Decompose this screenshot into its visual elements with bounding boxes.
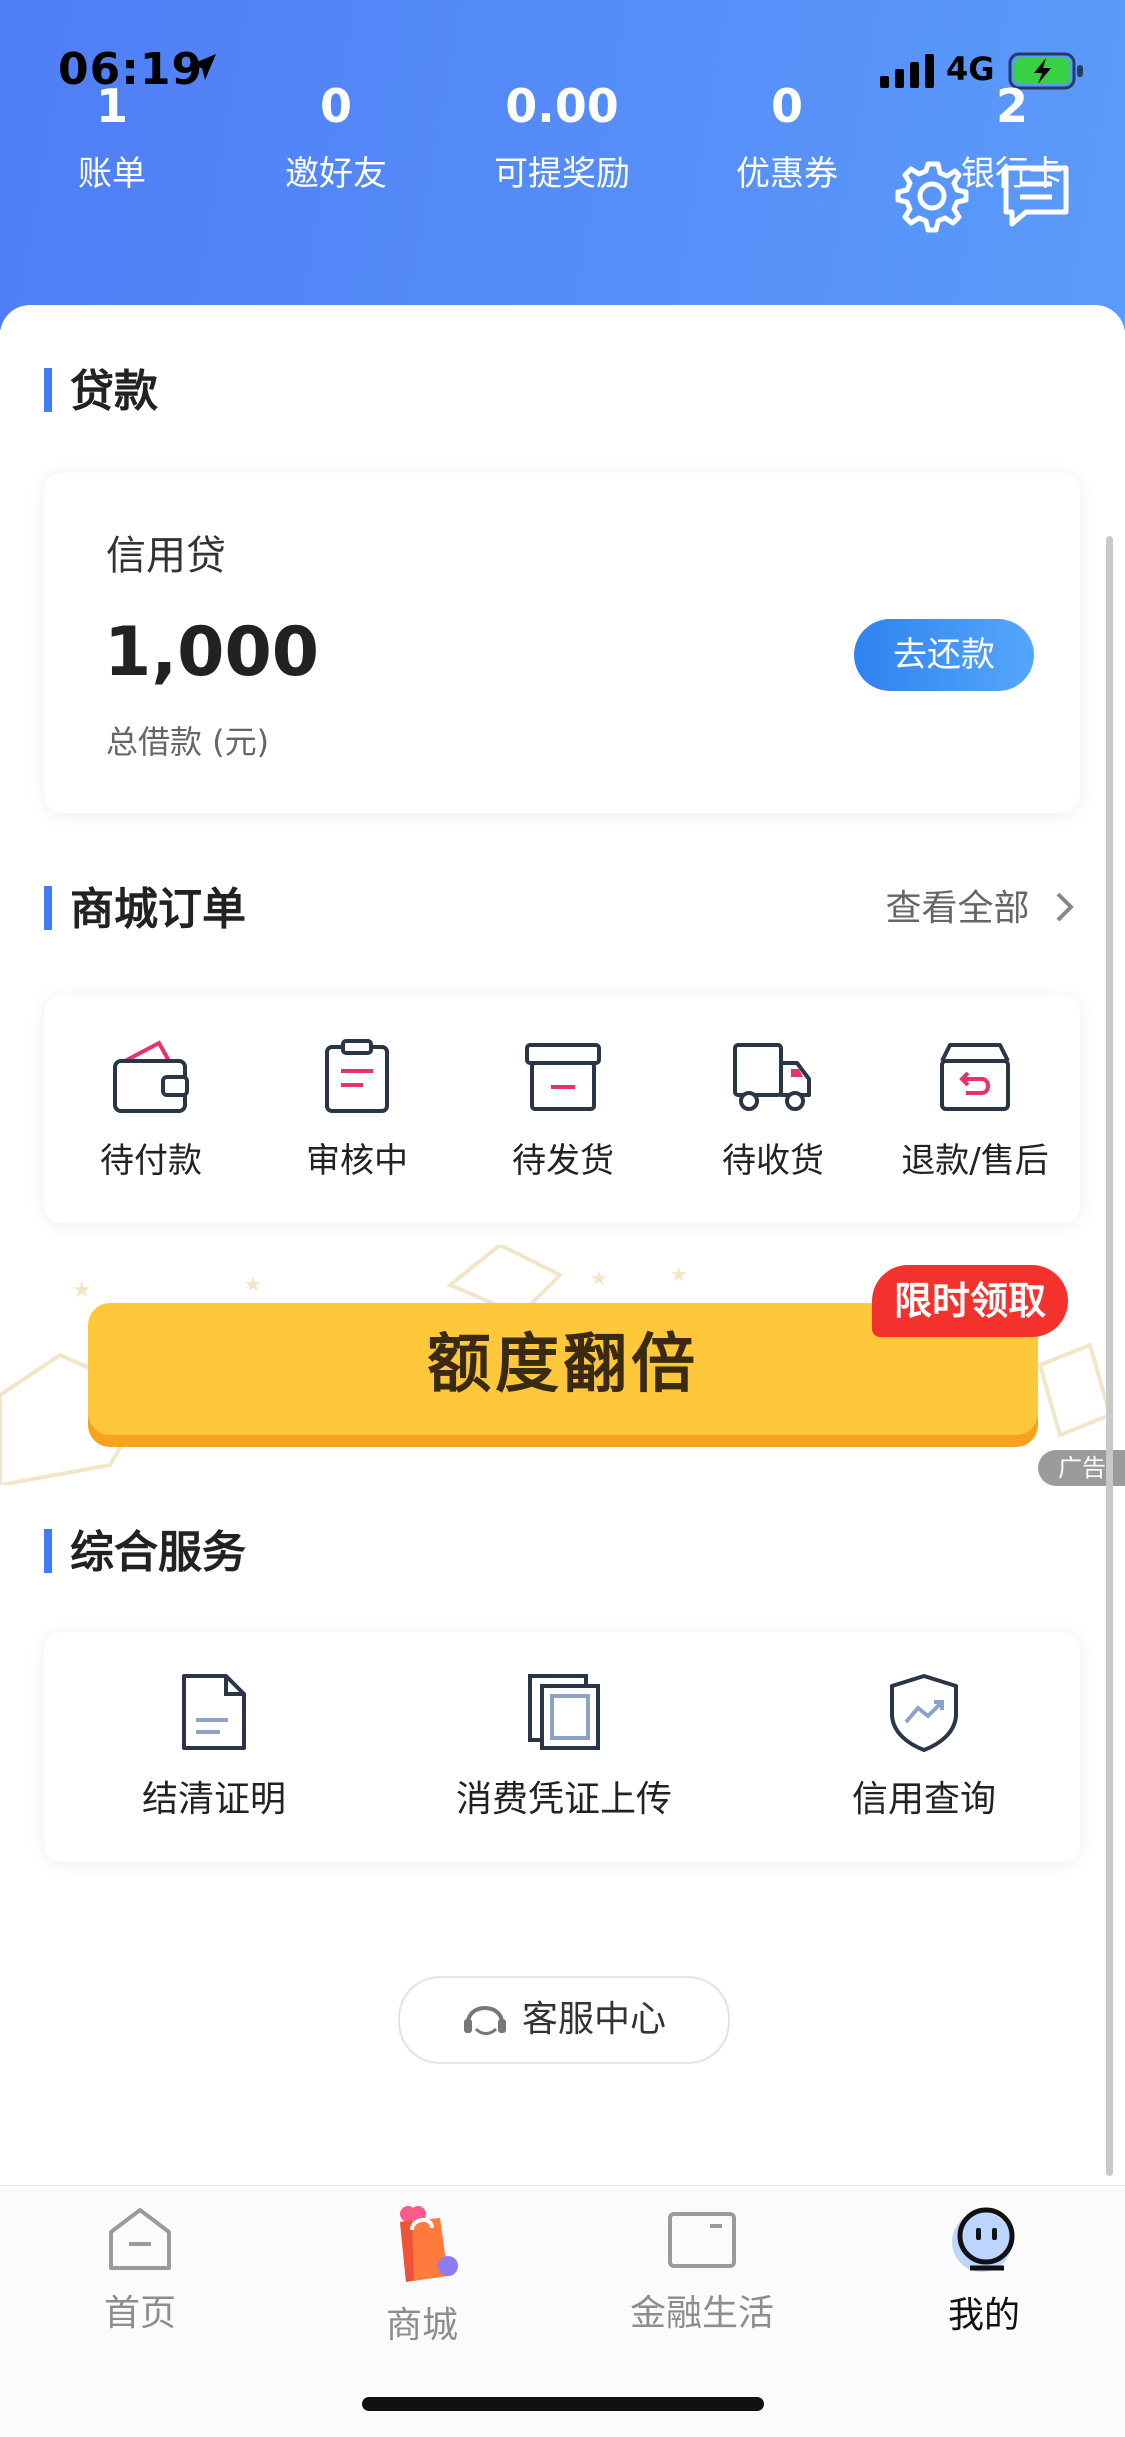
section-accent-bar <box>44 1529 52 1573</box>
loan-amount: 1,000 <box>104 613 320 692</box>
loan-section-title: 贷款 <box>44 355 158 419</box>
profile-icon <box>952 2207 1015 2272</box>
order-label: 审核中 <box>306 1141 408 1181</box>
stat-label: 邀好友 <box>285 154 387 194</box>
gear-icon[interactable] <box>894 158 970 238</box>
return-box-icon <box>940 1043 1010 1111</box>
loan-card[interactable]: 信用贷 1,000 总借款 (元) 去还款 <box>44 473 1080 813</box>
clipboard-icon <box>325 1039 389 1113</box>
services-section-title: 综合服务 <box>44 1516 246 1580</box>
promo-banner[interactable]: ★ ★ ★ ★ 额度翻倍 限时领取 广告 <box>0 1245 1125 1486</box>
tab-label: 商城 <box>385 2305 458 2346</box>
svg-text:★: ★ <box>244 1272 262 1296</box>
section-accent-bar <box>44 368 52 412</box>
orders-card: 待付款 审核中 待发货 待收货 退款/售后 <box>44 995 1080 1223</box>
stat-coupons[interactable]: 0 优惠券 <box>687 78 887 202</box>
scrollbar[interactable] <box>1106 536 1113 2176</box>
chevron-right-icon <box>1056 892 1074 922</box>
loan-amount-label: 总借款 (元) <box>106 723 270 761</box>
service-settlement-certificate[interactable]: 结清证明 <box>104 1672 324 1822</box>
service-label: 消费凭证上传 <box>455 1779 672 1820</box>
service-credit-inquiry[interactable]: 信用查询 <box>824 1672 1024 1822</box>
view-all-orders-link[interactable]: 查看全部 <box>886 879 1077 931</box>
order-under-review[interactable]: 审核中 <box>252 1039 462 1182</box>
wallet-icon <box>113 1040 189 1113</box>
order-to-ship[interactable]: 待发货 <box>458 1039 668 1182</box>
tab-label: 我的 <box>947 2295 1020 2336</box>
service-label: 信用查询 <box>851 1779 996 1820</box>
customer-service-label: 客服中心 <box>521 1999 666 2040</box>
service-voucher-upload[interactable]: 消费凭证上传 <box>434 1672 694 1822</box>
stat-value: 1 <box>95 79 128 133</box>
order-pending-payment[interactable]: 待付款 <box>46 1039 256 1182</box>
order-label: 待付款 <box>100 1141 202 1181</box>
stat-label: 可提奖励 <box>494 154 630 194</box>
tab-label: 金融生活 <box>629 2293 774 2334</box>
tab-home[interactable]: 首页 <box>40 2204 240 2336</box>
headset-icon <box>463 2006 506 2035</box>
stat-invite[interactable]: 0 邀好友 <box>236 78 436 202</box>
copy-icon <box>528 1674 600 1750</box>
section-accent-bar <box>44 886 52 930</box>
document-icon <box>182 1674 246 1750</box>
message-icon[interactable] <box>1000 164 1072 234</box>
shield-icon <box>890 1674 958 1752</box>
view-all-label: 查看全部 <box>885 888 1030 929</box>
box-icon <box>525 1043 601 1111</box>
orders-section-label: 商城订单 <box>70 884 246 935</box>
loan-section-label: 贷款 <box>70 366 158 417</box>
customer-service-button[interactable]: 客服中心 <box>398 1976 730 2064</box>
order-refund-after-sale[interactable]: 退款/售后 <box>870 1039 1080 1182</box>
tab-label: 首页 <box>103 2293 176 2334</box>
order-to-receive[interactable]: 待收货 <box>668 1039 878 1182</box>
loan-product-name: 信用贷 <box>106 533 226 579</box>
repay-button[interactable]: 去还款 <box>854 619 1034 691</box>
order-label: 待发货 <box>512 1141 614 1181</box>
stat-value: 0.00 <box>505 79 619 133</box>
order-label: 待收货 <box>722 1141 824 1181</box>
shopping-bag-icon <box>400 2206 458 2282</box>
order-label: 退款/售后 <box>901 1141 1049 1181</box>
truck-icon <box>733 1043 811 1111</box>
services-section-label: 综合服务 <box>70 1527 246 1578</box>
svg-text:★: ★ <box>72 1278 92 1303</box>
stat-bill[interactable]: 1 账单 <box>12 78 212 202</box>
header: 06:19 4G 1 账单 0 邀好友 0.00 可提奖励 0 优惠券 2 银行… <box>0 0 1125 330</box>
stat-rewards[interactable]: 0.00 可提奖励 <box>462 78 662 202</box>
card-icon <box>668 2212 736 2268</box>
svg-text:★: ★ <box>590 1266 608 1290</box>
home-icon <box>109 2208 171 2270</box>
home-indicator[interactable] <box>362 2397 764 2411</box>
stat-label: 账单 <box>78 154 146 194</box>
service-label: 结清证明 <box>141 1779 286 1820</box>
stat-value: 2 <box>995 79 1028 133</box>
tab-mine[interactable]: 我的 <box>884 2204 1084 2338</box>
stat-value: 0 <box>319 79 352 133</box>
tab-mall[interactable]: 商城 <box>322 2204 522 2348</box>
stat-label: 优惠券 <box>736 154 838 194</box>
orders-section-title: 商城订单 <box>44 873 246 937</box>
tab-finance-life[interactable]: 金融生活 <box>602 2204 802 2336</box>
services-card: 结清证明 消费凭证上传 信用查询 <box>44 1632 1080 1862</box>
svg-text:★: ★ <box>670 1262 688 1286</box>
stat-value: 0 <box>770 79 803 133</box>
promo-tag: 限时领取 <box>872 1265 1069 1337</box>
